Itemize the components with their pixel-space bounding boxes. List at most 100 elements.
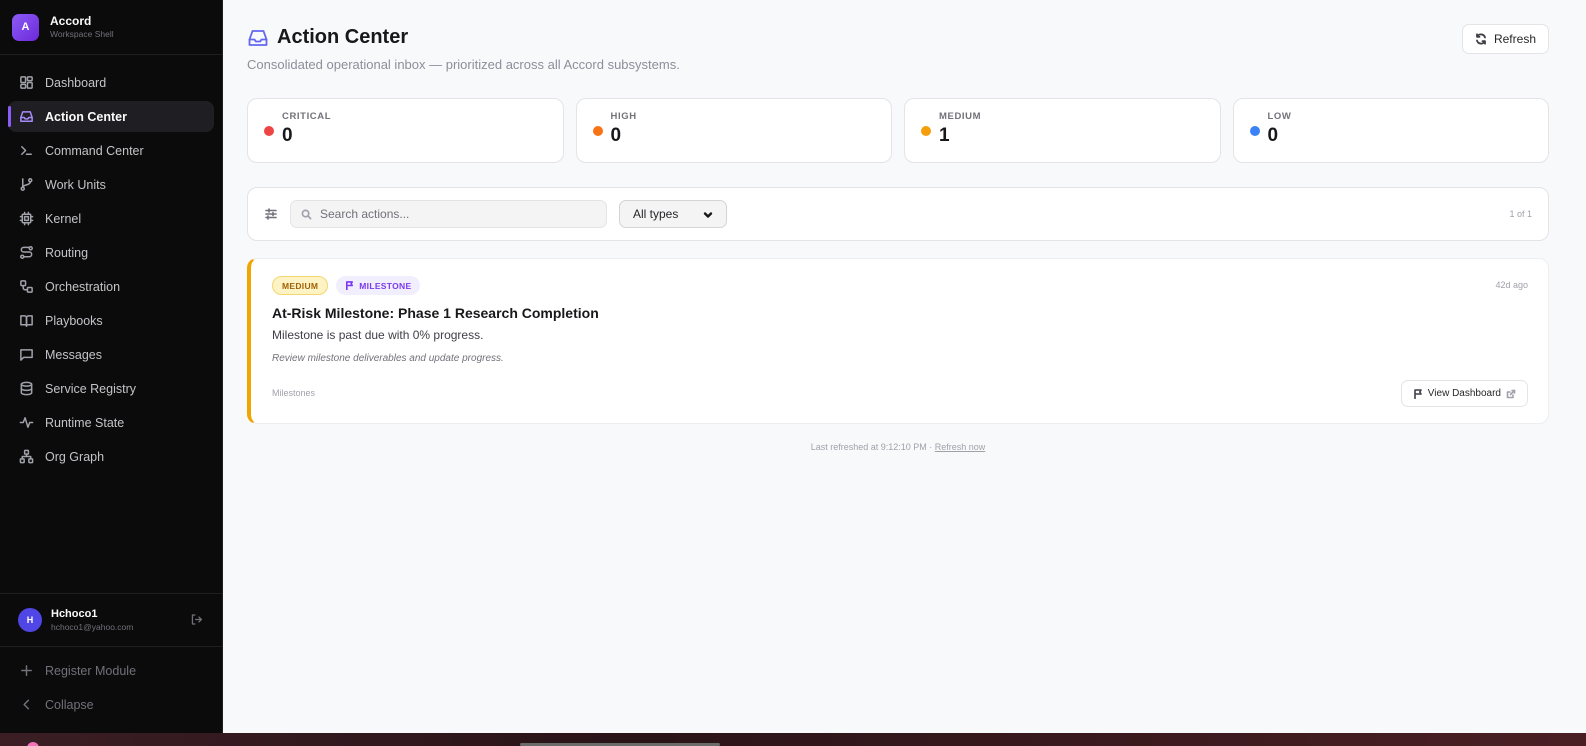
sidebar-bottom: Register Module Collapse [0,647,222,733]
brand-header[interactable]: A Accord Workspace Shell [0,0,222,55]
sidebar-item-work-units[interactable]: Work Units [8,169,214,200]
sidebar-item-label: Org Graph [45,449,105,464]
stat-critical[interactable]: CRITICAL 0 [247,98,564,163]
page-title: Action Center [277,26,409,48]
stat-label: CRITICAL [282,111,332,122]
search-box [290,200,607,228]
sidebar-item-label: Dashboard [45,75,107,90]
network-icon [18,449,34,465]
page-subtitle: Consolidated operational inbox — priorit… [247,57,680,72]
cpu-icon [18,211,34,227]
search-icon [301,209,312,219]
chevron-left-icon [18,697,34,713]
refresh-now-link[interactable]: Refresh now [935,442,986,452]
route-icon [18,245,34,261]
sidebar-item-org-graph[interactable]: Org Graph [8,441,214,472]
book-icon [18,313,34,329]
stat-label: HIGH [610,111,637,122]
sidebar-item-playbooks[interactable]: Playbooks [8,305,214,336]
action-badges: MEDIUM MILESTONE [272,276,1528,295]
search-input[interactable] [320,207,590,221]
pagination-info: 1 of 1 [1509,209,1532,219]
sidebar-item-kernel[interactable]: Kernel [8,203,214,234]
sidebar-item-orchestration[interactable]: Orchestration [8,271,214,302]
os-taskbar [0,733,1586,746]
filter-bar: All types 1 of 1 [247,187,1549,241]
register-module-label: Register Module [45,663,137,678]
sidebar-item-action-center[interactable]: Action Center [8,101,214,132]
sidebar-item-messages[interactable]: Messages [8,339,214,370]
sidebar-item-label: Runtime State [45,415,125,430]
flag-icon [1413,388,1422,399]
user-name: Hchoco1 [51,607,98,620]
sidebar-item-label: Messages [45,347,102,362]
action-age: 42d ago [1495,280,1528,290]
collapse-button[interactable]: Collapse [8,689,214,720]
plus-icon [18,663,34,679]
stat-value: 0 [1267,125,1279,146]
sidebar-item-label: Routing [45,245,89,260]
medium-dot [921,126,931,136]
sidebar-item-label: Service Registry [45,381,136,396]
sidebar-item-label: Kernel [45,211,82,226]
stat-low[interactable]: LOW 0 [1232,98,1549,163]
type-badge: MILESTONE [336,276,421,295]
user-email: hchoco1@yahoo.com [51,621,134,632]
inbox-icon [247,27,269,49]
taskbar-app-icon[interactable] [27,742,39,746]
stat-high[interactable]: HIGH 0 [575,98,892,163]
message-icon [18,347,34,363]
sidebar-item-routing[interactable]: Routing [8,237,214,268]
refresh-button[interactable]: Refresh [1461,24,1549,54]
stat-value: 1 [939,125,950,146]
app-shell: A Accord Workspace Shell Dashboard Actio… [0,0,1586,733]
action-title: At-Risk Milestone: Phase 1 Research Comp… [272,305,599,321]
view-dashboard-label: View Dashboard [1427,388,1501,399]
sidebar-item-service-registry[interactable]: Service Registry [8,373,214,404]
action-source: Milestones [272,388,316,398]
user-profile[interactable]: H Hchoco1 hchoco1@yahoo.com [0,593,222,647]
stat-medium[interactable]: MEDIUM 1 [904,98,1221,163]
stat-label: MEDIUM [939,111,982,122]
database-icon [18,381,34,397]
logout-icon[interactable] [190,613,204,627]
sidebar-item-label: Action Center [45,109,127,124]
type-filter-value: All types [633,207,679,221]
external-link-icon [1506,389,1516,398]
sidebar-item-dashboard[interactable]: Dashboard [8,67,214,98]
stat-value: 0 [282,125,293,146]
stat-value: 0 [610,125,622,146]
sidebar-item-command-center[interactable]: Command Center [8,135,214,166]
sliders-icon[interactable] [264,207,278,221]
dashboard-icon [18,75,34,91]
refresh-icon [1476,33,1486,45]
collapse-label: Collapse [45,697,94,712]
view-dashboard-button[interactable]: View Dashboard [1400,380,1528,407]
workflow-icon [18,279,34,295]
action-hint: Review milestone deliverables and update… [272,353,504,364]
refresh-label: Refresh [1493,32,1536,46]
action-card[interactable]: MEDIUM MILESTONE 42d ago At-Risk Milesto… [247,258,1549,424]
inbox-icon [18,109,34,125]
high-dot [592,126,603,136]
avatar: H [18,608,42,632]
critical-dot [264,126,274,136]
activity-icon [18,415,34,431]
sidebar-item-label: Playbooks [45,313,103,328]
last-refreshed-text: Last refreshed at 9:12:10 PM · [810,442,933,452]
git-branch-icon [18,177,34,193]
type-badge-label: MILESTONE [359,280,412,291]
chevron-down-icon [703,209,713,219]
brand-logo: A [12,13,39,41]
refresh-footer: Last refreshed at 9:12:10 PM · Refresh n… [247,442,1549,452]
action-description: Milestone is past due with 0% progress. [272,328,484,342]
priority-badge: MEDIUM [272,276,329,295]
sidebar-item-label: Work Units [45,177,106,192]
low-dot [1249,126,1260,136]
main-content: Action Center Consolidated operational i… [223,0,1586,733]
sidebar-item-label: Orchestration [45,279,121,294]
register-module-button[interactable]: Register Module [8,655,214,686]
sidebar-item-runtime-state[interactable]: Runtime State [8,407,214,438]
sidebar: A Accord Workspace Shell Dashboard Actio… [0,0,223,733]
type-filter-select[interactable]: All types [619,200,727,228]
